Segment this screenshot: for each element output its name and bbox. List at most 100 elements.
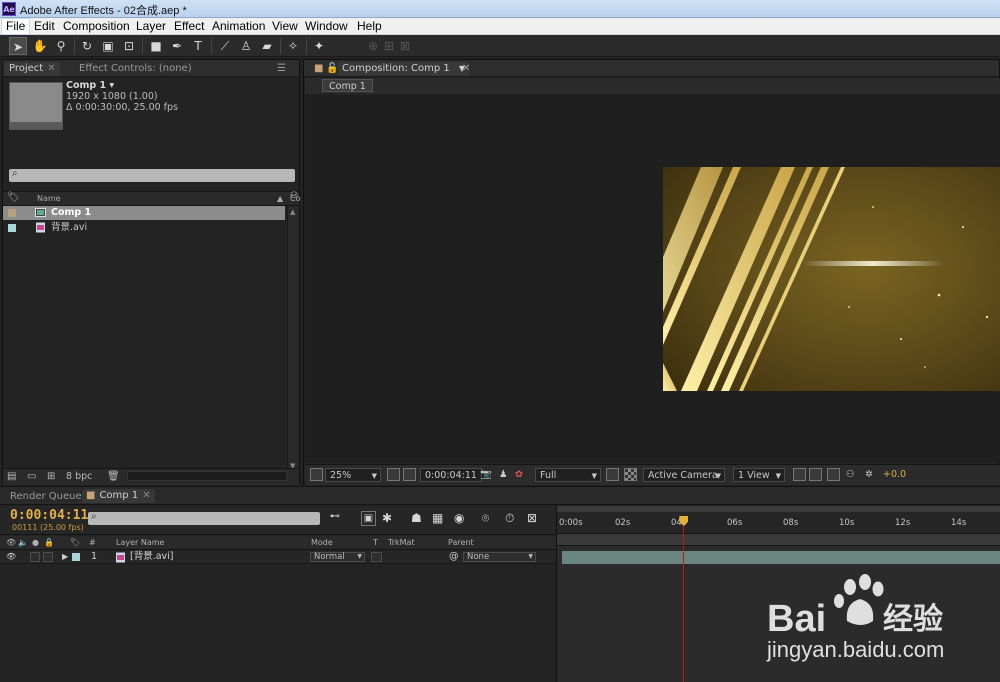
graph-editor-icon[interactable]: ⏱	[505, 511, 514, 526]
layer-duration-bar[interactable]	[562, 551, 1000, 564]
menu-animation[interactable]: Animation	[208, 19, 269, 34]
current-time-indicator[interactable]	[683, 520, 685, 682]
tab-project[interactable]: Project ✕	[5, 62, 60, 76]
label-swatch[interactable]	[8, 224, 16, 232]
project-item-comp1[interactable]: Comp 1	[3, 206, 285, 220]
current-time[interactable]: 0:00:04:11	[420, 468, 482, 482]
new-comp-icon[interactable]: ⊞	[47, 471, 55, 482]
menu-composition[interactable]: Composition	[59, 19, 134, 34]
selection-tool-icon[interactable]: ➤	[9, 37, 27, 55]
exposure-value[interactable]: +0.0	[883, 468, 906, 482]
region-of-interest-icon[interactable]	[606, 468, 619, 481]
flowchart-icon[interactable]: ⚇	[846, 468, 855, 482]
brainstorm-icon[interactable]: ⌾	[482, 511, 489, 526]
shy-layers-icon[interactable]: ☗	[411, 511, 422, 525]
tab-composition[interactable]: Composition: Comp 1 ▼	[338, 62, 470, 76]
time-navigator[interactable]	[557, 506, 1000, 512]
menu-view[interactable]: View	[268, 19, 302, 34]
layer-list-empty-area[interactable]	[0, 565, 556, 682]
col-t[interactable]: T	[373, 538, 378, 547]
svg-text:经验: 经验	[883, 602, 943, 637]
expand-arrow-icon[interactable]: ▶	[62, 551, 68, 563]
tab-effect-controls[interactable]: Effect Controls: (none)	[75, 62, 196, 76]
exposure-icon[interactable]: ✲	[865, 468, 873, 482]
rotation-tool-icon[interactable]: ↻	[78, 37, 96, 55]
panel-menu-icon[interactable]: ☰	[273, 62, 290, 76]
comp-mini-flowchart-icon[interactable]: ⊷	[330, 511, 340, 522]
mask-visibility-icon[interactable]	[403, 468, 416, 481]
safe-zones-icon[interactable]	[387, 468, 400, 481]
mode-dropdown[interactable]: Normal ▼	[310, 552, 365, 562]
menu-help[interactable]: Help	[353, 19, 386, 34]
project-item-footage[interactable]: 背景.avi	[3, 221, 285, 235]
roto-brush-tool-icon[interactable]: ✧	[284, 37, 302, 55]
live-update-icon[interactable]: ▣	[361, 511, 376, 526]
type-tool-icon[interactable]: T	[189, 37, 207, 55]
parent-pick-whip-icon[interactable]: @	[449, 551, 459, 563]
timeline-icon[interactable]	[827, 468, 840, 481]
timeline-timecode[interactable]: 0:00:04:11	[10, 508, 88, 523]
composition-viewer[interactable]	[305, 94, 1000, 462]
pan-behind-tool-icon[interactable]: ⊡	[120, 37, 138, 55]
eye-icon[interactable]: 👁	[6, 551, 16, 563]
col-layer-name[interactable]: Layer Name	[116, 538, 164, 547]
brush-tool-icon[interactable]: ⟋	[216, 37, 234, 55]
rectangle-tool-icon[interactable]: ■	[147, 37, 165, 55]
menu-file[interactable]: File	[0, 18, 31, 35]
zoom-dropdown[interactable]: 25% ▼	[325, 468, 381, 482]
time-ruler[interactable]: 0:00s 02s 04s 06s 08s 10s 12s 14s	[557, 506, 1000, 534]
fast-previews-icon[interactable]	[809, 468, 822, 481]
eraser-tool-icon[interactable]: ▰	[258, 37, 276, 55]
label-swatch[interactable]	[8, 209, 16, 217]
preserve-transparency-toggle[interactable]	[371, 552, 382, 562]
layer-name[interactable]: [背景.avi]	[130, 551, 174, 563]
puppet-pin-tool-icon[interactable]: ✦	[310, 37, 328, 55]
layer-label-swatch[interactable]	[72, 553, 80, 561]
new-folder-icon[interactable]: ▭	[27, 471, 36, 482]
camera-tool-icon[interactable]: ▣	[99, 37, 117, 55]
view-layout-dropdown[interactable]: 1 View ▼	[733, 468, 785, 482]
menu-effect[interactable]: Effect	[170, 19, 208, 34]
zoom-tool-icon[interactable]: ⚲	[52, 37, 70, 55]
work-area-bar[interactable]	[557, 534, 1000, 546]
motion-blur-icon[interactable]: ◉	[454, 511, 464, 525]
close-icon[interactable]: ✕	[458, 62, 474, 76]
tab-comp1[interactable]: ■ Comp 1 ✕	[82, 489, 155, 503]
tab-render-queue[interactable]: Render Queue	[6, 490, 86, 504]
resolution-dropdown[interactable]: Full ▼	[535, 468, 601, 482]
frame-blending-icon[interactable]: ▦	[432, 511, 443, 525]
snapshot-icon[interactable]: 📷	[480, 468, 492, 482]
project-scrollbar[interactable]: ⚇ ▲ ▼	[287, 191, 299, 472]
breadcrumb[interactable]: Comp 1	[322, 79, 373, 92]
bit-depth[interactable]: 8 bpc	[66, 471, 92, 482]
selected-comp-name[interactable]: Comp 1 ▾	[66, 80, 114, 91]
channel-icon[interactable]: ✿	[515, 468, 523, 482]
camera-dropdown[interactable]: Active Camera ▼	[643, 468, 725, 482]
always-preview-icon[interactable]	[310, 468, 323, 481]
show-snapshot-icon[interactable]: ♟	[499, 468, 508, 482]
layer-row[interactable]: 👁 ▶ 1 [背景.avi] Normal ▼ @ None ▼	[0, 550, 556, 564]
pen-tool-icon[interactable]: ✒	[168, 37, 186, 55]
col-trkmat[interactable]: TrkMat	[388, 538, 415, 547]
menu-layer[interactable]: Layer	[132, 19, 170, 34]
clone-stamp-tool-icon[interactable]: ♙	[237, 37, 255, 55]
timeline-search-input[interactable]: ⌕	[88, 511, 320, 525]
col-name[interactable]: Name	[37, 194, 61, 203]
col-parent[interactable]: Parent	[448, 538, 474, 547]
col-number[interactable]: #	[89, 538, 96, 547]
parent-dropdown[interactable]: None ▼	[463, 552, 536, 562]
solo-toggle[interactable]	[30, 552, 40, 562]
draft-3d-icon[interactable]: ✱	[382, 511, 392, 525]
lock-toggle[interactable]	[43, 552, 53, 562]
delete-icon[interactable]: 🗑	[107, 471, 120, 482]
auto-keyframe-icon[interactable]: ⊠	[527, 511, 537, 525]
project-hscrollbar[interactable]	[127, 471, 287, 481]
toggle-pixel-aspect-icon[interactable]	[793, 468, 806, 481]
transparency-grid-icon[interactable]	[624, 468, 637, 481]
project-search-input[interactable]: ⌕	[9, 168, 295, 182]
hand-tool-icon[interactable]: ✋	[31, 37, 49, 55]
menu-window[interactable]: Window	[301, 19, 352, 34]
interpret-footage-icon[interactable]: ▤	[7, 471, 16, 482]
col-mode[interactable]: Mode	[311, 538, 333, 547]
menu-edit[interactable]: Edit	[30, 19, 59, 34]
